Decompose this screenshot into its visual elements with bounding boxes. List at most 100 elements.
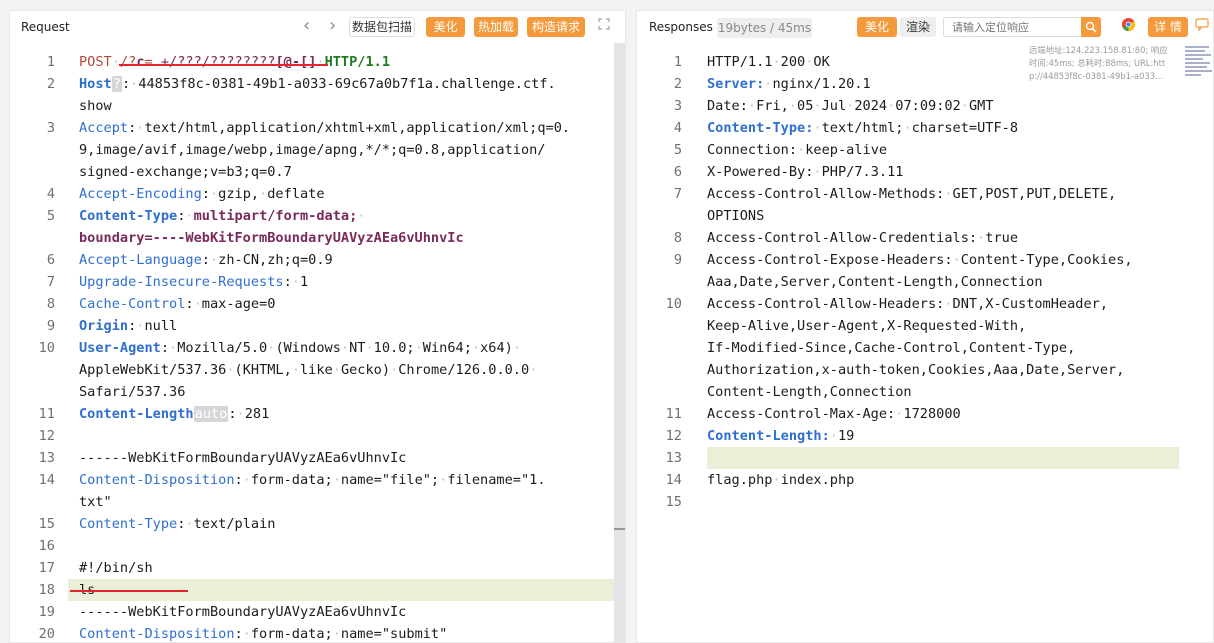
code-line[interactable]: Access-Control-Allow-Methods:·GET,POST,P…	[707, 183, 1116, 205]
prev-arrow-icon[interactable]: ‹	[303, 17, 310, 35]
code-token: Jul	[821, 98, 847, 114]
line-number: 18	[38, 582, 55, 598]
code-line[interactable]: Keep-Alive,User-Agent,X-Requested-With,	[707, 315, 1026, 337]
beautify-button[interactable]: 美化	[426, 17, 465, 37]
whitespace-dot: ·	[512, 340, 522, 356]
code-token: Content-Length	[79, 406, 194, 422]
code-token: HTTP/1.1	[324, 54, 391, 70]
code-token: Content-Length,Connection	[707, 384, 912, 400]
request-scroll-thumb[interactable]	[614, 528, 625, 530]
whitespace-dot: ·	[529, 362, 538, 378]
hot-load-button[interactable]: 热加载	[474, 17, 518, 37]
code-line[interactable]: Access-Control-Max-Age:·1728000	[707, 403, 961, 425]
expand-icon[interactable]	[598, 17, 610, 37]
code-line[interactable]: Content-Type:·text/html;·charset=UTF-8	[707, 117, 1018, 139]
code-token: signed-exchange;v=b3;q=0.7	[79, 164, 292, 180]
next-arrow-icon[interactable]: ›	[329, 17, 336, 35]
code-line[interactable]: Content-Disposition:·form-data;·name="fi…	[79, 469, 546, 491]
line-number: 2	[673, 76, 682, 92]
whitespace-dot: ·	[242, 626, 251, 642]
code-line[interactable]: Connection:·keep-alive	[707, 139, 887, 161]
code-token: 281	[244, 406, 270, 422]
code-line[interactable]: Content-Disposition:·form-data;·name="su…	[79, 623, 447, 642]
whitespace-dot: ·	[788, 98, 798, 114]
packet-scan-button[interactable]: 数据包扫描	[349, 17, 415, 37]
code-token: /?	[119, 54, 137, 70]
line-number: 16	[38, 538, 55, 554]
code-line[interactable]: Content-Lengthauto:·281	[79, 403, 269, 425]
code-line[interactable]: Accept-Encoding:·gzip,·deflate	[79, 183, 325, 205]
search-icon[interactable]	[1081, 17, 1101, 37]
chrome-icon[interactable]	[1121, 17, 1136, 39]
response-stats-badge: 19bytes / 45ms	[717, 18, 812, 38]
line-number: 9	[673, 252, 682, 268]
code-line[interactable]: Aaa,Date,Server,Content-Length,Connectio…	[707, 271, 1043, 293]
annotation-underline-ls	[70, 590, 188, 592]
code-token: AppleWebKit/537.36	[79, 362, 227, 378]
code-line[interactable]: Content-Length,Connection	[707, 381, 912, 403]
code-token: :	[160, 340, 170, 356]
request-scrollbar[interactable]	[614, 43, 625, 642]
code-line[interactable]: X-Powered-By:·PHP/7.3.11	[707, 161, 903, 183]
line-number: 1	[673, 54, 682, 70]
code-token: Win64;	[422, 340, 472, 356]
render-button[interactable]: 渲染	[900, 17, 936, 37]
code-line[interactable]: signed-exchange;v=b3;q=0.7	[79, 161, 292, 183]
code-line[interactable]: Cache-Control:·max-age=0	[79, 293, 275, 315]
code-line[interactable]: Access-Control-Expose-Headers:·Content-T…	[707, 249, 1133, 271]
code-token: Gecko)	[340, 362, 391, 378]
code-line[interactable]: OPTIONS	[707, 205, 764, 227]
line-number: 8	[673, 230, 682, 246]
code-line[interactable]: boundary=----WebKitFormBoundaryUAVyzAEa6…	[79, 227, 464, 249]
code-token: Safari/537.36	[79, 384, 186, 400]
code-token: Content-Length:	[707, 428, 830, 444]
response-editor[interactable]: 1 HTTP/1.1·200·OK 2 Server:·nginx/1.20.1 3 Da…	[637, 43, 1213, 642]
code-token: flag.php	[707, 472, 773, 488]
code-token: ------WebKitFormBoundaryUAVyzAEa6vUhnvIc	[79, 604, 407, 620]
code-token: text/html;	[821, 120, 904, 136]
code-line[interactable]: Accept:·text/html,application/xhtml+xml,…	[79, 117, 570, 139]
code-line[interactable]: HTTP/1.1·200·OK	[707, 51, 830, 73]
whitespace-dot: ·	[829, 428, 838, 444]
code-line[interactable]: AppleWebKit/537.36·(KHTML,·like·Gecko)·C…	[79, 359, 537, 381]
locate-response-input[interactable]	[943, 17, 1083, 37]
code-token: c	[136, 54, 145, 70]
code-line[interactable]: Access-Control-Allow-Credentials:·true	[707, 227, 1018, 249]
code-line[interactable]: flag.php·index.php	[707, 469, 854, 491]
code-line[interactable]: Content-Type:·multipart/form-data;·	[79, 205, 365, 227]
code-token: Content-Type	[79, 208, 178, 224]
code-line[interactable]: Authorization,x-auth-token,Cookies,Aaa,D…	[707, 359, 1124, 381]
code-line[interactable]: User-Agent:·Mozilla/5.0·(Windows·NT·10.0…	[79, 337, 521, 359]
detail-button[interactable]: 详 情	[1148, 17, 1188, 37]
code-token: PHP/7.3.11	[821, 164, 904, 180]
code-token: [@-[]	[275, 54, 317, 70]
code-token: OK	[813, 54, 830, 70]
code-line[interactable]: Host?:·44853f8c-0381-49b1-a033-69c67a0b7…	[79, 73, 556, 95]
code-line[interactable]: Accept-Language:·zh-CN,zh;q=0.9	[79, 249, 333, 271]
code-line[interactable]: txt"	[79, 491, 112, 513]
code-token: Access-Control-Allow-Credentials:	[707, 230, 978, 246]
code-line[interactable]: Origin:·null	[79, 315, 177, 337]
response-beautify-button[interactable]: 美化	[857, 17, 897, 37]
code-line[interactable]: Content-Length:·19	[707, 425, 854, 447]
code-line[interactable]: Date:·Fri,·05·Jul·2024·07:09:02·GMT	[707, 95, 994, 117]
code-line[interactable]: show	[79, 95, 112, 117]
code-line[interactable]: Access-Control-Allow-Headers:·DNT,X-Cust…	[707, 293, 1108, 315]
code-token: ------WebKitFormBoundaryUAVyzAEa6vUhnvIc	[79, 450, 407, 466]
code-line[interactable]: Server:·nginx/1.20.1	[707, 73, 871, 95]
code-token: (KHTML,	[234, 362, 292, 378]
code-token: =	[144, 54, 153, 70]
code-token: multipart/form-data;	[193, 208, 358, 224]
code-line[interactable]: 9,image/avif,image/webp,image/apng,*/*;q…	[79, 139, 546, 161]
code-line[interactable]: Upgrade-Insecure-Requests:·1	[79, 271, 308, 293]
request-editor[interactable]: 1 POST·/?c=.+/???/????????[@-[]·HTTP/1.1 2…	[10, 43, 625, 642]
code-line[interactable]: Safari/537.36	[79, 381, 185, 403]
build-request-button[interactable]: 构造请求	[527, 17, 585, 37]
code-line[interactable]: POST·/?c=.+/???/????????[@-[]·HTTP/1.1	[79, 51, 390, 73]
code-line[interactable]: If-Modified-Since,Cache-Control,Content-…	[707, 337, 1075, 359]
comment-icon[interactable]	[1195, 17, 1209, 38]
code-line[interactable]: #!/bin/sh	[79, 557, 153, 579]
code-line[interactable]: ------WebKitFormBoundaryUAVyzAEa6vUhnvIc	[79, 601, 406, 623]
code-line[interactable]: ------WebKitFormBoundaryUAVyzAEa6vUhnvIc	[79, 447, 406, 469]
code-line[interactable]: Content-Type:·text/plain	[79, 513, 275, 535]
